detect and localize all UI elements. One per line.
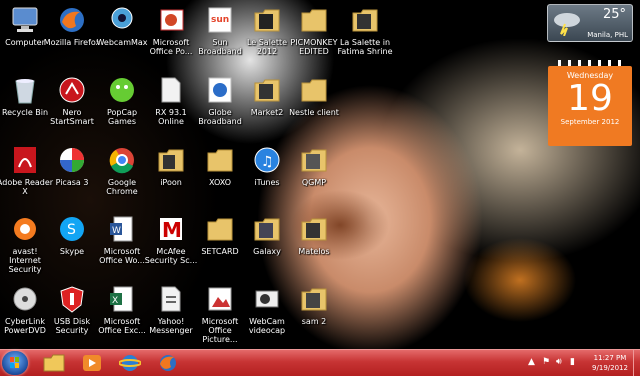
picture-manager-icon <box>204 283 236 315</box>
desktop-icon-picmonkey-edited[interactable]: PICMONKEY EDITED <box>285 4 343 74</box>
firefox-icon <box>56 4 88 36</box>
file-icon <box>155 283 187 315</box>
file-icon <box>155 74 187 106</box>
folder-icon <box>251 213 283 245</box>
icon-label: La Salette in Fatima Shrine <box>337 38 393 56</box>
folder-icon <box>251 74 283 106</box>
desktop-icon-qgmp[interactable]: QGMP <box>285 144 343 214</box>
calendar-page: Wednesday 19 September 2012 <box>548 66 632 146</box>
folder-icon <box>155 144 187 176</box>
globe-broadband-icon <box>204 74 236 106</box>
folder-icon <box>298 4 330 36</box>
svg-text:S: S <box>67 222 76 238</box>
start-button[interactable] <box>2 351 28 375</box>
desktop-icon-la-salette-fatima[interactable]: La Salette in Fatima Shrine <box>336 4 394 74</box>
nero-icon <box>56 74 88 106</box>
desktop-icon-nestle-client[interactable]: Nestle client <box>285 74 343 144</box>
icon-label: Matelos <box>298 247 330 256</box>
taskbar: ▲ ⚑ 🔊︎ ▮ 11:27 PM 9/19/2012 <box>0 349 640 376</box>
webcam-video-icon <box>251 283 283 315</box>
action-center-flag-icon[interactable]: ⚑ <box>542 357 550 367</box>
picasa-icon <box>56 144 88 176</box>
folder-icon <box>298 74 330 106</box>
svg-text:M: M <box>162 218 182 242</box>
folder-icon <box>298 213 330 245</box>
firefox-icon <box>160 355 176 371</box>
sun-broadband-icon: sun <box>204 4 236 36</box>
volume-icon[interactable]: 🔊︎ <box>556 357 562 367</box>
svg-text:♫: ♫ <box>261 154 274 170</box>
taskbar-clock[interactable]: 11:27 PM 9/19/2012 <box>585 353 635 373</box>
weather-city: Manila, PHL <box>587 31 628 39</box>
adobe-reader-icon <box>9 144 41 176</box>
icon-label: Nestle client <box>289 108 339 117</box>
folder-icon <box>298 144 330 176</box>
taskbar-media-player-button[interactable] <box>76 352 108 374</box>
folder-icon <box>298 283 330 315</box>
explorer-folder-icon <box>43 354 65 372</box>
clock-date: 9/19/2012 <box>592 364 628 372</box>
svg-text:X: X <box>112 296 118 306</box>
weather-temperature: 25° <box>602 7 626 22</box>
calendar-day: 19 <box>567 78 613 119</box>
icon-label: QGMP <box>301 178 327 187</box>
desktop-icon-sam2[interactable]: sam 2 <box>285 283 343 349</box>
internet-explorer-icon <box>119 355 141 371</box>
desktop-icon-matelos[interactable]: Matelos <box>285 213 343 283</box>
calendar-month-year: September 2012 <box>560 118 620 126</box>
calendar-gadget[interactable]: Wednesday 19 September 2012 <box>548 60 632 146</box>
word-icon: W <box>106 213 138 245</box>
mcafee-icon: M <box>155 213 187 245</box>
taskbar-firefox-button[interactable] <box>152 352 184 374</box>
desktop: Computer Recycle Bin Adobe Reader X avas… <box>0 0 640 349</box>
folder-icon <box>204 213 236 245</box>
clock-time: 11:27 PM <box>593 354 627 362</box>
recycle-bin-icon <box>9 74 41 106</box>
show-hidden-icons-icon[interactable]: ▲ <box>528 357 535 367</box>
powerdvd-icon <box>9 283 41 315</box>
excel-icon: X <box>106 283 138 315</box>
svg-text:sun: sun <box>211 15 229 25</box>
itunes-icon: ♫ <box>251 144 283 176</box>
usb-security-icon <box>56 283 88 315</box>
folder-icon <box>204 144 236 176</box>
folder-icon <box>251 4 283 36</box>
computer-icon <box>9 4 41 36</box>
taskbar-ie-button[interactable] <box>114 352 146 374</box>
webcam-icon <box>106 4 138 36</box>
weather-gadget[interactable]: 25° Manila, PHL <box>547 4 633 42</box>
icon-label: sam 2 <box>301 317 327 326</box>
storm-cloud-icon <box>554 13 580 36</box>
folder-icon <box>349 4 381 36</box>
show-desktop-button[interactable] <box>633 350 640 376</box>
network-icon[interactable]: ▮ <box>570 357 575 367</box>
svg-text:W: W <box>112 226 121 236</box>
icon-label: PICMONKEY EDITED <box>290 38 338 56</box>
taskbar-explorer-button[interactable] <box>38 352 70 374</box>
media-player-icon <box>83 355 101 371</box>
skype-icon: S <box>56 213 88 245</box>
popcap-icon <box>106 74 138 106</box>
powerpoint-icon <box>155 4 187 36</box>
windows-logo-icon <box>10 357 19 368</box>
chrome-icon <box>106 144 138 176</box>
avast-icon <box>9 213 41 245</box>
